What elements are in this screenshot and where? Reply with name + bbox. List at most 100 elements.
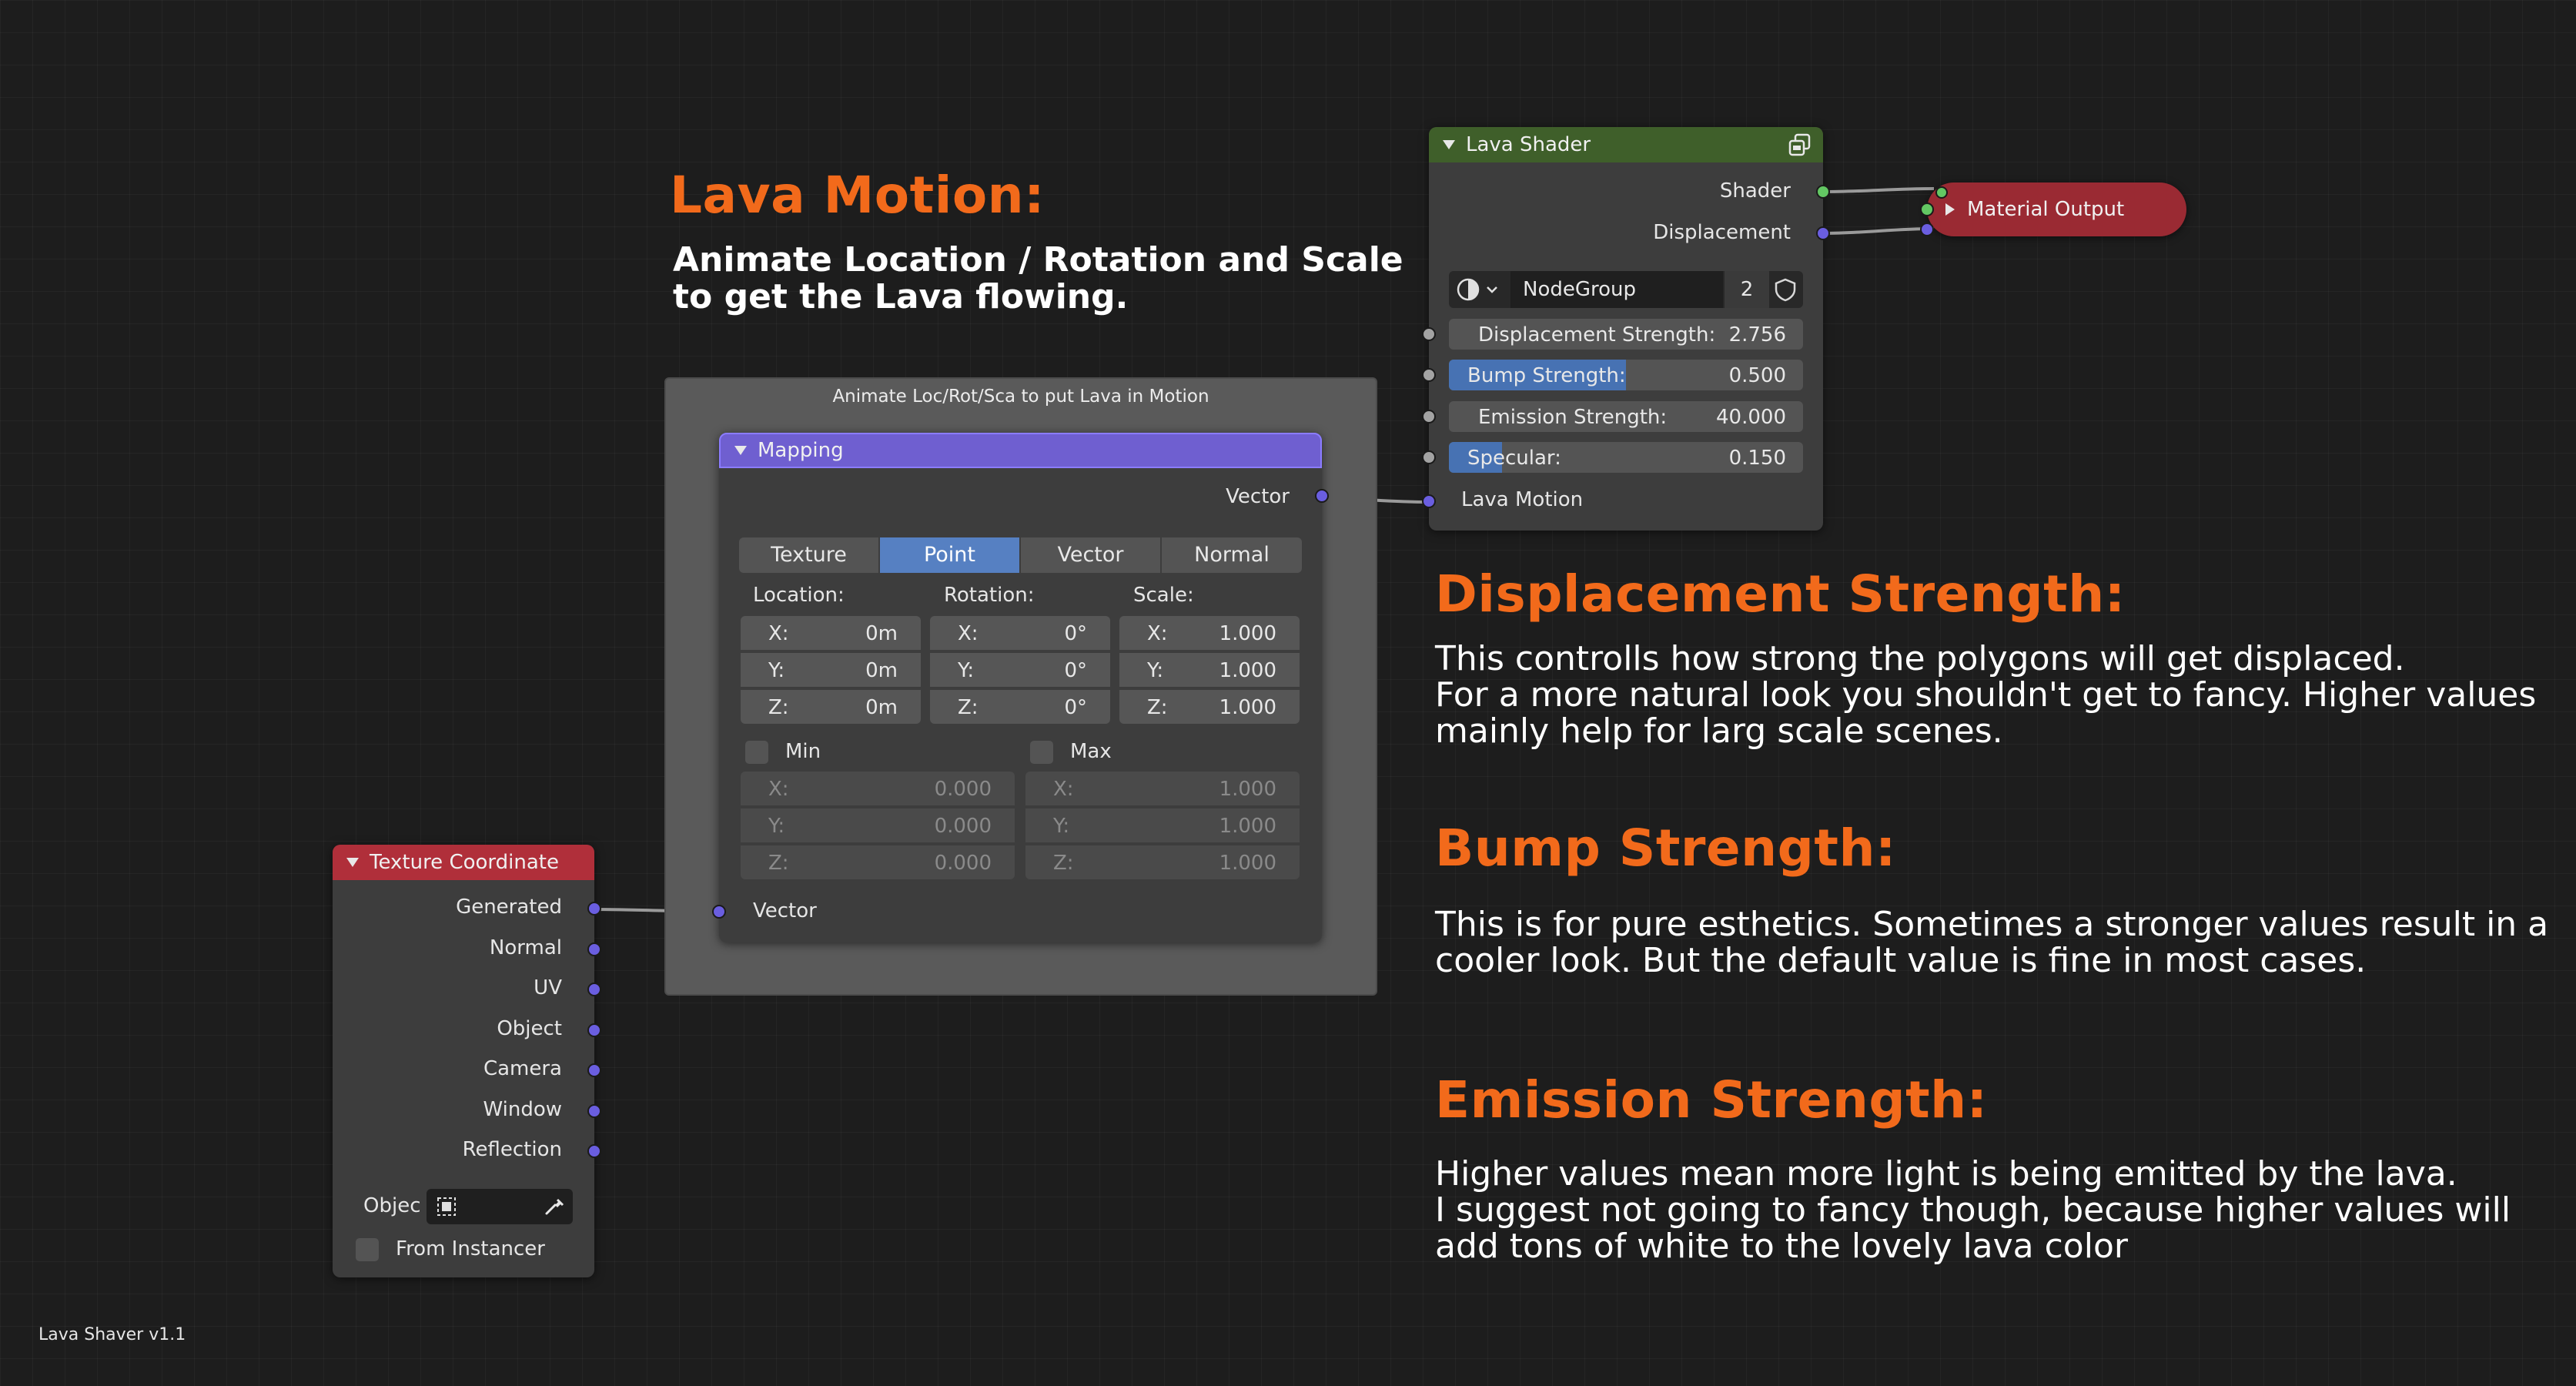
object-cube-icon (436, 1196, 457, 1217)
material-output-title: Material Output (1967, 198, 2125, 221)
min-x-field: X: 0.000 (741, 772, 1015, 805)
collapse-triangle-icon[interactable] (346, 858, 359, 867)
output-window-socket[interactable] (587, 1104, 601, 1118)
min-z-field: Z: 0.000 (741, 845, 1015, 879)
location-x-field[interactable]: X: 0m (741, 616, 921, 650)
texture-coordinate-header[interactable]: Texture Coordinate (333, 845, 594, 880)
output-displacement-socket[interactable] (1816, 226, 1830, 240)
rotation-x-field[interactable]: X: 0° (930, 616, 1110, 650)
fake-user-shield-icon[interactable] (1772, 277, 1798, 302)
lava-shader-header[interactable]: Lava Shader (1429, 127, 1823, 162)
output-object-socket[interactable] (587, 1023, 601, 1037)
mapping-output-vector-label: Vector (1226, 485, 1290, 508)
from-instancer-label: From Instancer (396, 1237, 545, 1260)
output-uv-socket[interactable] (587, 983, 601, 996)
mapping-output-vector-socket[interactable] (1315, 489, 1329, 503)
input-specular-socket[interactable] (1422, 450, 1436, 464)
emission-strength-line-2: I suggest not going to fancy though, bec… (1435, 1190, 2511, 1230)
scale-label: Scale: (1133, 584, 1194, 607)
output-reflection-socket[interactable] (587, 1144, 601, 1158)
output-generated-label: Generated (456, 896, 562, 919)
lava-shader-node[interactable]: Lava Shader Shader Displacement NodeGrou… (1422, 127, 1830, 531)
rotation-fields: X: 0° Y: 0° Z: 0° (930, 616, 1110, 724)
tab-vector[interactable]: Vector (1021, 537, 1160, 573)
rotation-z-field[interactable]: Z: 0° (930, 690, 1110, 724)
input-lava-motion-socket[interactable] (1422, 494, 1436, 508)
location-z-field[interactable]: Z: 0m (741, 690, 921, 724)
tab-normal[interactable]: Normal (1162, 537, 1302, 573)
bump-strength-field[interactable]: Bump Strength: 0.500 (1449, 360, 1803, 390)
mapping-node-header[interactable]: Mapping (719, 433, 1322, 468)
emission-strength-line-3: add tons of white to the lovely lava col… (1435, 1227, 2128, 1266)
expand-triangle-icon[interactable] (1945, 203, 1955, 216)
link-displacement-to-output (1822, 227, 1935, 235)
nodegroup-browse-icon[interactable] (1455, 277, 1503, 302)
location-label: Location: (753, 584, 845, 607)
output-window-label: Window (483, 1098, 562, 1121)
emission-strength-heading: Emission Strength: (1435, 1070, 1988, 1130)
displacement-strength-field[interactable]: Displacement Strength: 2.756 (1449, 319, 1803, 350)
nodegroup-selector[interactable]: NodeGroup 2 (1449, 271, 1803, 308)
nodegroup-users-count[interactable]: 2 (1725, 271, 1769, 308)
displacement-strength-line-3: mainly help for larg scale scenes. (1435, 711, 2003, 751)
collapse-triangle-icon[interactable] (1443, 140, 1455, 149)
emission-strength-line-1: Higher values mean more light is being e… (1435, 1154, 2457, 1194)
lava-shader-title: Lava Shader (1466, 133, 1591, 156)
material-output-surface-socket-top[interactable] (1935, 186, 1948, 199)
scale-y-field[interactable]: Y: 1.000 (1119, 653, 1300, 687)
output-normal-socket[interactable] (587, 942, 601, 956)
specular-field[interactable]: Specular: 0.150 (1449, 442, 1803, 473)
lava-motion-line-1: Animate Location / Rotation and Scale (673, 240, 1403, 280)
emission-strength-field[interactable]: Emission Strength: 40.000 (1449, 401, 1803, 432)
mapping-node[interactable]: Mapping Vector Texture Point Vector Norm… (712, 433, 1329, 942)
rotation-y-field[interactable]: Y: 0° (930, 653, 1110, 687)
object-picker-field[interactable] (427, 1189, 573, 1224)
scale-z-field[interactable]: Z: 1.000 (1119, 690, 1300, 724)
input-emission-strength-socket[interactable] (1422, 410, 1436, 424)
max-fields: X: 1.000 Y: 1.000 Z: 1.000 (1025, 772, 1300, 879)
mapping-type-tabs: Texture Point Vector Normal (739, 537, 1302, 573)
output-reflection-label: Reflection (462, 1138, 562, 1161)
output-camera-socket[interactable] (587, 1063, 601, 1077)
max-label: Max (1070, 740, 1112, 763)
displacement-strength-line-1: This controlls how strong the polygons w… (1435, 639, 2405, 678)
output-generated-socket[interactable] (587, 902, 601, 916)
min-fields: X: 0.000 Y: 0.000 Z: 0.000 (741, 772, 1015, 879)
material-output-displacement-socket[interactable] (1920, 223, 1934, 236)
max-z-field: Z: 1.000 (1025, 845, 1300, 879)
material-output-node[interactable]: Material Output (1920, 182, 2186, 236)
tab-point[interactable]: Point (880, 537, 1019, 573)
output-camera-label: Camera (483, 1057, 562, 1080)
bump-strength-line-1: This is for pure esthetics. Sometimes a … (1435, 905, 2549, 944)
texture-coordinate-title: Texture Coordinate (370, 851, 559, 874)
from-instancer-checkbox[interactable] (356, 1238, 379, 1261)
bump-strength-heading: Bump Strength: (1435, 819, 1896, 878)
min-y-field: Y: 0.000 (741, 808, 1015, 842)
output-shader-label: Shader (1719, 179, 1791, 203)
max-checkbox[interactable] (1030, 741, 1053, 764)
output-shader-socket[interactable] (1816, 185, 1830, 199)
input-bump-strength-socket[interactable] (1422, 368, 1436, 382)
link-shader-to-output (1822, 187, 1935, 193)
location-y-field[interactable]: Y: 0m (741, 653, 921, 687)
tab-texture[interactable]: Texture (739, 537, 878, 573)
mapping-node-title: Mapping (758, 439, 844, 462)
texture-coordinate-node[interactable]: Texture Coordinate Generated Normal UV O… (333, 845, 601, 1277)
output-displacement-label: Displacement (1653, 221, 1791, 244)
collapse-triangle-icon[interactable] (734, 446, 747, 455)
frame-label: Animate Loc/Rot/Sca to put Lava in Motio… (832, 387, 1209, 407)
lava-motion-heading: Lava Motion: (670, 166, 1045, 225)
displacement-strength-heading: Displacement Strength: (1435, 564, 2126, 624)
min-checkbox[interactable] (745, 741, 768, 764)
output-object-label: Object (497, 1017, 562, 1040)
input-displacement-strength-socket[interactable] (1422, 327, 1436, 341)
version-label: Lava Shaver v1.1 (38, 1325, 186, 1344)
scale-x-field[interactable]: X: 1.000 (1119, 616, 1300, 650)
nodegroup-icon[interactable] (1788, 133, 1812, 156)
max-x-field: X: 1.000 (1025, 772, 1300, 805)
eyedropper-icon[interactable] (542, 1195, 565, 1218)
material-output-surface-socket[interactable] (1920, 203, 1934, 216)
mapping-input-vector-socket[interactable] (712, 905, 726, 919)
nodegroup-name-field[interactable]: NodeGroup (1510, 271, 1723, 308)
lava-motion-line-2: to get the Lava flowing. (673, 277, 1129, 316)
